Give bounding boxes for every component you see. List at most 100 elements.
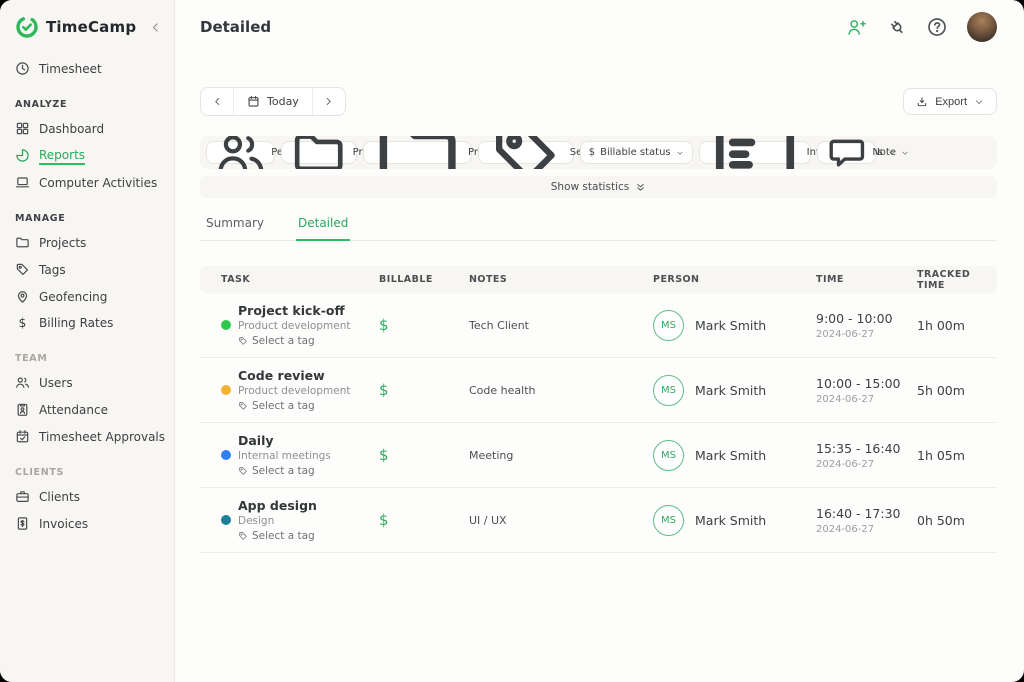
sidebar-section-clients: CLIENTS (0, 450, 174, 483)
time-cell: 16:40 - 17:30 2024-06-27 (816, 506, 917, 535)
invite-user-button[interactable] (846, 17, 867, 38)
sidebar-section-analyze: ANALYZE (0, 82, 174, 115)
toolbar-row: Today Export (200, 87, 997, 116)
person-initials-avatar: MS (653, 505, 684, 536)
task-cell: Project kick-off Product development Sel… (221, 303, 379, 347)
time-cell: 10:00 - 15:00 2024-06-27 (816, 376, 917, 405)
dollar-icon: $ (589, 148, 595, 158)
entry-date: 2024-06-27 (816, 524, 917, 535)
date-navigator: Today (200, 87, 346, 116)
project-color-dot (221, 320, 231, 330)
tag-icon (487, 136, 565, 169)
sidebar-item-projects[interactable]: Projects (0, 229, 174, 256)
invoice-icon (15, 516, 30, 531)
sidebar-item-timesheet-approvals[interactable]: Timesheet Approvals (0, 423, 174, 450)
column-person: PERSON (653, 274, 816, 285)
sidebar-item-billing-rates[interactable]: $ Billing Rates (0, 310, 174, 336)
sidebar-item-invoices[interactable]: Invoices (0, 510, 174, 537)
filter-billable-status[interactable]: $ Billable status (580, 141, 693, 164)
column-time: TIME (816, 274, 917, 285)
tag-icon (15, 262, 30, 277)
select-tag-button[interactable]: Select a tag (238, 530, 317, 542)
note-text: Code health (469, 384, 653, 397)
main-area: Detailed (175, 0, 1024, 682)
select-tag-button[interactable]: Select a tag (238, 400, 350, 412)
task-name: App design (238, 498, 317, 513)
export-button[interactable]: Export (903, 88, 997, 115)
person-name: Mark Smith (695, 383, 766, 398)
show-statistics-label: Show statistics (551, 181, 629, 193)
filter-people[interactable]: People (206, 141, 275, 164)
person-cell: MS Mark Smith (653, 375, 816, 406)
billable-indicator[interactable]: $ (379, 511, 469, 529)
content: Today Export People (175, 54, 1024, 553)
report-tabs: Summary Detailed (200, 216, 997, 241)
sidebar-item-clients[interactable]: Clients (0, 483, 174, 510)
table-row: Daily Internal meetings Select a tag $ M… (200, 423, 997, 488)
export-label: Export (935, 96, 967, 108)
sidebar-item-computer-activities[interactable]: Computer Activities (0, 169, 174, 196)
sidebar-collapse-button[interactable] (149, 21, 162, 34)
task-project: Design (238, 515, 317, 527)
note-text: Meeting (469, 449, 653, 462)
time-range: 9:00 - 10:00 (816, 311, 917, 326)
note-bubble-icon (826, 136, 868, 169)
calendar-icon (247, 95, 260, 108)
sidebar-item-reports[interactable]: Reports (0, 142, 174, 169)
person-cell: MS Mark Smith (653, 440, 816, 471)
chevron-left-icon (149, 21, 162, 34)
person-name: Mark Smith (695, 318, 766, 333)
filter-bar: People Projects Projects status Select a… (200, 136, 997, 169)
select-tag-button[interactable]: Select a tag (238, 465, 331, 477)
filter-projects-status[interactable]: Projects status (363, 141, 472, 164)
tab-summary[interactable]: Summary (204, 216, 266, 241)
map-pin-icon (15, 289, 30, 304)
billable-indicator[interactable]: $ (379, 316, 469, 334)
person-cell: MS Mark Smith (653, 505, 816, 536)
help-button[interactable] (927, 17, 947, 37)
person-initials-avatar: MS (653, 310, 684, 341)
dollar-icon: $ (15, 317, 30, 329)
timecamp-app: TimeCamp Timesheet ANALYZE Dashboard Rep… (0, 0, 1024, 682)
time-cell: 9:00 - 10:00 2024-06-27 (816, 311, 917, 340)
table-header: TASK BILLABLE NOTES PERSON TIME TRACKED … (200, 266, 997, 293)
select-tag-button[interactable]: Select a tag (238, 335, 350, 347)
sidebar-item-tags[interactable]: Tags (0, 256, 174, 283)
time-cell: 15:35 - 16:40 2024-06-27 (816, 441, 917, 470)
task-project: Internal meetings (238, 450, 331, 462)
page-title: Detailed (200, 18, 271, 36)
tab-detailed[interactable]: Detailed (296, 216, 350, 241)
folder-icon (15, 235, 30, 250)
next-day-button[interactable] (313, 88, 345, 115)
briefcase-icon (15, 489, 30, 504)
brand-name: TimeCamp (46, 18, 136, 36)
entry-date: 2024-06-27 (816, 394, 917, 405)
billable-indicator[interactable]: $ (379, 381, 469, 399)
prev-day-button[interactable] (201, 88, 233, 115)
filter-invoiced-status[interactable]: Invoiced status (699, 141, 811, 164)
filter-note[interactable]: Note (817, 141, 877, 164)
integrations-button[interactable] (887, 17, 907, 37)
time-range: 16:40 - 17:30 (816, 506, 917, 521)
task-cell: App design Design Select a tag (221, 498, 379, 542)
person-name: Mark Smith (695, 448, 766, 463)
sidebar-item-dashboard[interactable]: Dashboard (0, 115, 174, 142)
sidebar-item-users[interactable]: Users (0, 369, 174, 396)
billable-indicator[interactable]: $ (379, 446, 469, 464)
today-button[interactable]: Today (233, 88, 313, 115)
today-label: Today (267, 95, 299, 108)
grid-icon (15, 121, 30, 136)
filter-projects[interactable]: Projects (281, 141, 356, 164)
chevron-down-icon (676, 149, 684, 157)
sidebar-item-attendance[interactable]: Attendance (0, 396, 174, 423)
table-row: App design Design Select a tag $ UI / UX… (200, 488, 997, 553)
time-range: 10:00 - 15:00 (816, 376, 917, 391)
sidebar-section-manage: MANAGE (0, 196, 174, 229)
download-icon (916, 96, 928, 108)
filter-select-tag[interactable]: Select a tag (478, 141, 574, 164)
sidebar-item-timesheet[interactable]: Timesheet (0, 55, 174, 82)
card-list-icon (708, 136, 802, 169)
user-avatar[interactable] (967, 12, 997, 42)
show-statistics-toggle[interactable]: Show statistics (200, 176, 997, 198)
sidebar-item-geofencing[interactable]: Geofencing (0, 283, 174, 310)
